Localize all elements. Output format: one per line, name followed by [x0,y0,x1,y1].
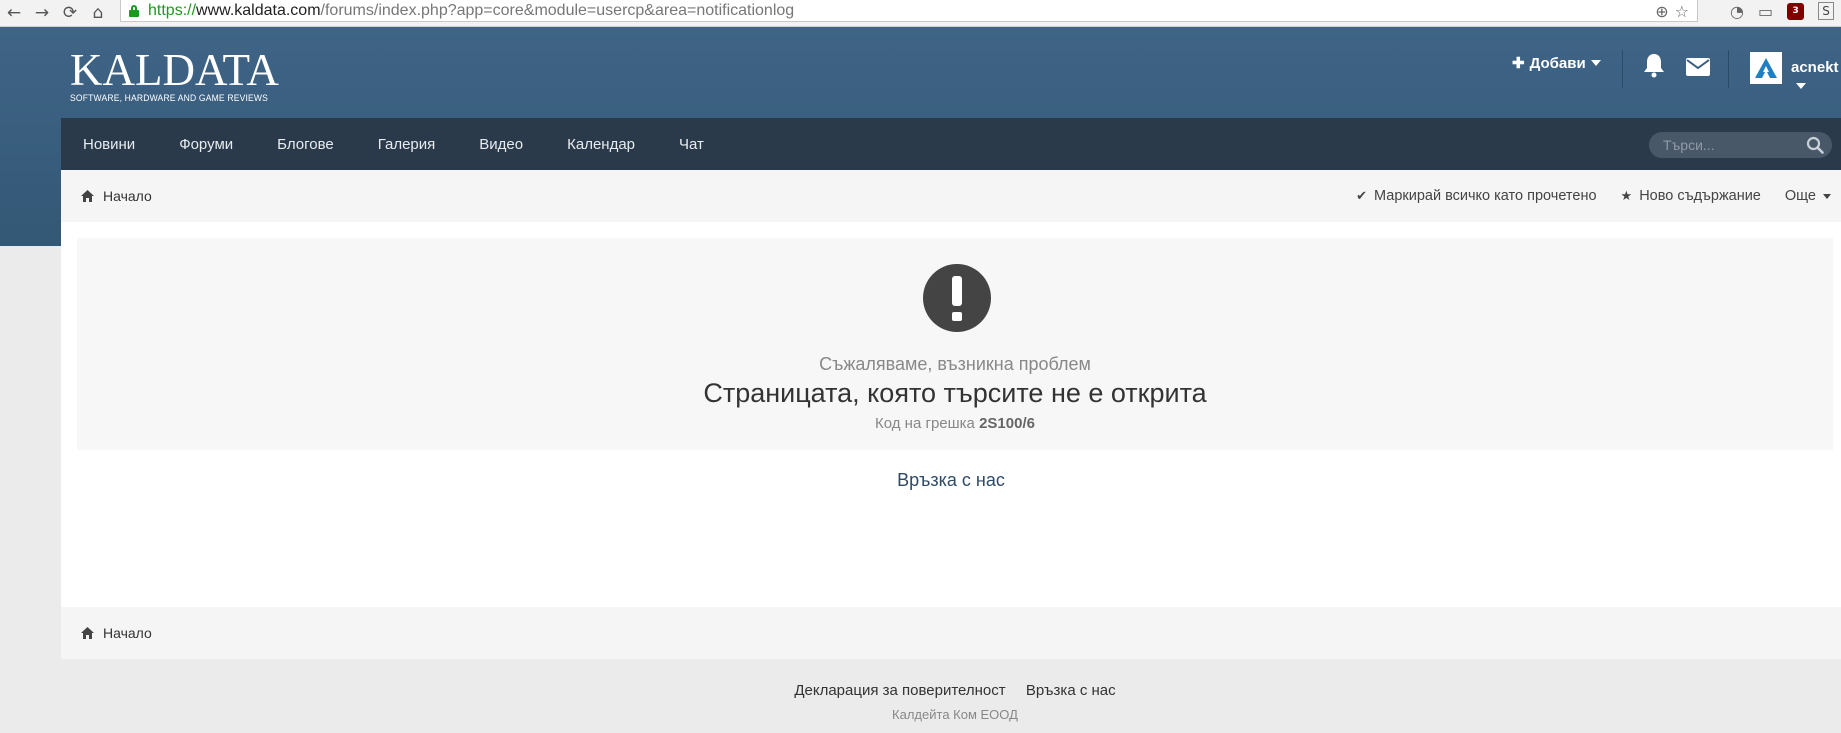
main-nav: Новини Форуми Блогове Галерия Видео Кале… [61,118,1841,170]
error-code: Код на грешка 2S100/6 [77,415,1833,432]
address-bar[interactable]: https://www.kaldata.com/forums/index.php… [120,0,1698,22]
nav-item-blogs[interactable]: Блогове [277,136,334,153]
ublock-icon[interactable]: 3 [1787,2,1805,20]
nav-item-forums[interactable]: Форуми [179,136,233,153]
contact-us-label: Връзка с нас [897,470,1005,490]
breadcrumb-home[interactable]: Начало [81,188,152,204]
url-scheme: https:// [148,1,197,19]
history-icon[interactable]: ◔ [1730,2,1744,21]
logo-tagline: SOFTWARE, HARDWARE AND GAME REVIEWS [70,93,269,104]
more-label: Още [1784,188,1816,204]
forward-icon[interactable]: → [28,0,56,27]
breadcrumb-bar: Начало ✔ Маркирай всичко като прочетено ★… [61,170,1841,222]
site-logo[interactable]: KALDATA SOFTWARE, HARDWARE AND GAME REVI… [70,45,290,105]
new-content-link[interactable]: ★ Ново съдържание [1621,188,1761,204]
plus-icon: ✚ [1512,55,1525,72]
check-icon: ✔ [1356,188,1368,204]
footer-contact-link[interactable]: Връзка с нас [1026,682,1116,699]
url-host: www.kaldata.com [196,1,321,19]
bell-icon[interactable] [1643,52,1665,78]
error-code-value: 2S100/6 [979,415,1035,432]
privacy-link[interactable]: Декларация за поверителност [794,682,1005,699]
reload-icon[interactable]: ⟳ [56,0,84,27]
add-label: Добави [1529,54,1586,72]
error-subtitle: Съжаляваме, възникна проблем [819,354,1091,374]
caret-down-icon [1823,193,1831,199]
add-button[interactable]: ✚ Добави [1512,54,1601,72]
ublock-badge: 3 [1792,6,1799,16]
avatar-logo-icon [1755,58,1777,78]
avatar[interactable] [1750,52,1782,84]
nav-item-calendar[interactable]: Календар [567,136,635,153]
username: acnekt [1791,59,1839,76]
star-icon: ★ [1620,188,1633,204]
nav-item-gallery[interactable]: Галерия [378,136,436,153]
logo-word: KALDATA [70,45,279,95]
caret-down-icon [1796,83,1806,89]
contact-us-link[interactable]: Връзка с нас [61,470,1841,491]
error-code-label: Код на грешка [875,415,975,432]
footer-links: Декларация за поверителност Връзка с нас [0,682,1841,699]
nav-item-chat[interactable]: Чат [679,136,704,153]
breadcrumb-home-label: Начало [103,625,152,641]
new-content-label: Ново съдържание [1639,188,1761,204]
lock-icon [129,4,139,17]
search-input[interactable] [1663,137,1803,153]
header-divider [1728,50,1729,88]
more-menu[interactable]: Още [1785,188,1831,204]
nav-item-video[interactable]: Видео [479,136,523,153]
mail-icon[interactable] [1686,58,1710,76]
extension-s-icon[interactable]: S [1818,2,1835,20]
bookmark-star-icon[interactable]: ☆ [1675,2,1689,21]
mark-all-read-link[interactable]: ✔ Маркирай всичко като прочетено [1356,188,1596,204]
exclamation-icon [923,264,991,332]
breadcrumb-home-label: Начало [103,188,152,204]
error-title: Страницата, която търсите не е открита [703,378,1207,408]
home-icon [81,627,94,639]
caret-down-icon [1590,60,1601,66]
user-menu[interactable]: acnekt [1791,59,1841,93]
nav-item-news[interactable]: Новини [83,136,135,153]
search-box [1649,132,1832,158]
search-icon[interactable] [1806,136,1824,154]
back-icon[interactable]: ← [0,0,28,27]
error-box: Съжаляваме, възникна проблем Страницата,… [77,238,1833,450]
content-panel: Начало ✔ Маркирай всичко като прочетено ★… [61,170,1841,659]
copyright: Калдейта Ком ЕООД [892,707,1018,722]
home-browser-icon[interactable]: ⌂ [84,0,112,27]
breadcrumb-home[interactable]: Начало [81,607,152,659]
url-path: /forums/index.php?app=core&module=usercp… [320,1,795,19]
home-icon [81,190,94,202]
header-divider [1622,50,1623,88]
zoom-icon[interactable]: ⊕ [1655,2,1668,21]
breadcrumb-bar-bottom: Начало [61,607,1841,659]
cast-icon[interactable]: ▭ [1758,2,1773,21]
mark-all-read-label: Маркирай всичко като прочетено [1374,188,1597,204]
